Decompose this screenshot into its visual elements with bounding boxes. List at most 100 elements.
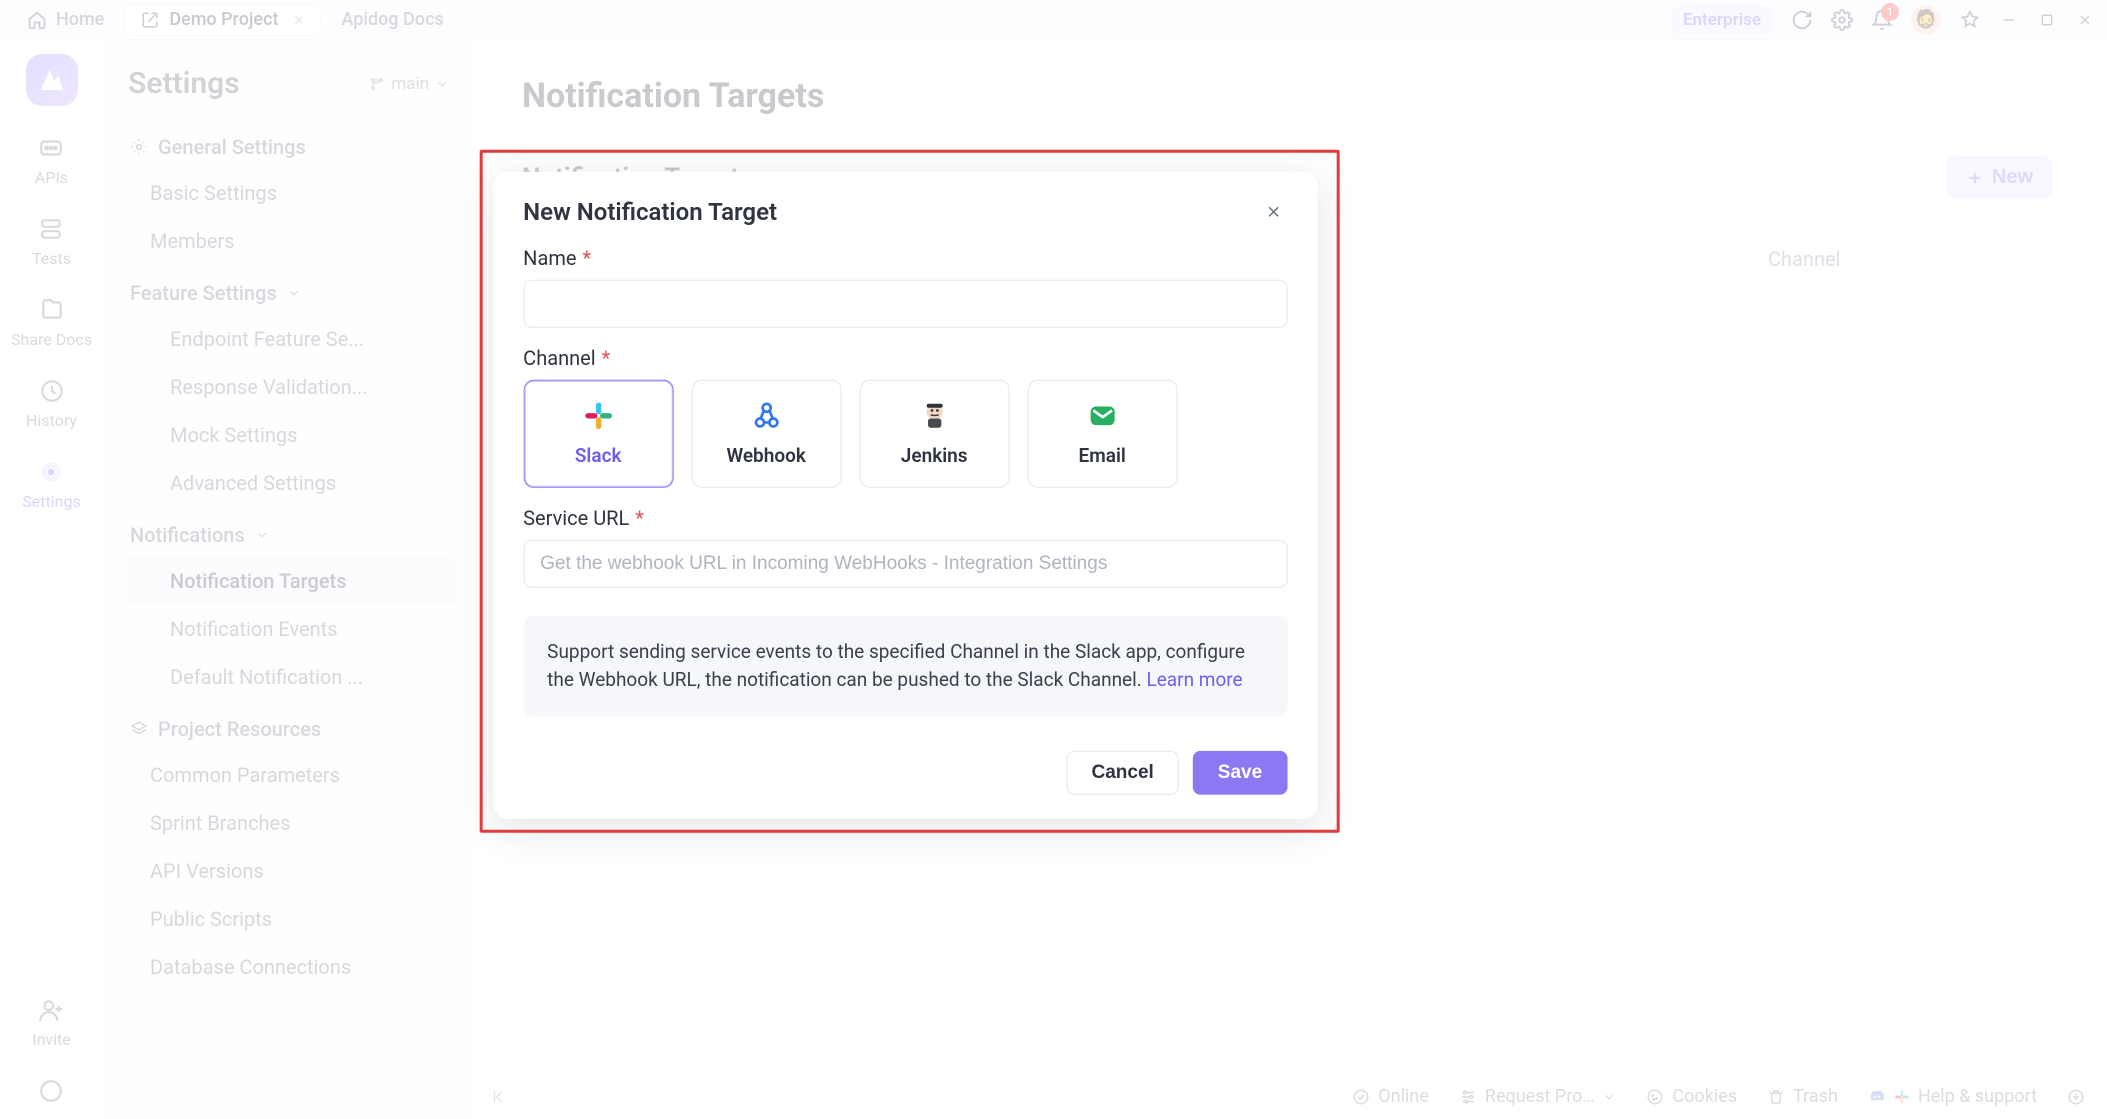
refresh-icon[interactable]	[1791, 9, 1813, 31]
new-button[interactable]: New	[1946, 156, 2053, 199]
nav-database-connections[interactable]: Database Connections	[122, 943, 457, 991]
titlebar: Home Demo Project Apidog Docs Enterprise…	[0, 0, 2107, 40]
nav-sprint-branches[interactable]: Sprint Branches	[122, 799, 457, 847]
status-trash[interactable]: Trash	[1767, 1086, 1838, 1107]
nav-head-project-resources[interactable]: Project Resources	[122, 707, 457, 751]
avatar[interactable]: 🧔	[1911, 5, 1941, 35]
nav-response-validation[interactable]: Response Validation...	[122, 363, 457, 411]
page-title: Notification Targets	[522, 76, 2053, 116]
new-notification-target-modal: New Notification Target Name* Channel*	[493, 171, 1317, 818]
required-star: *	[635, 505, 644, 529]
rail-settings[interactable]: Settings	[22, 458, 80, 511]
nav-advanced-settings[interactable]: Advanced Settings	[122, 459, 457, 507]
enterprise-pill[interactable]: Enterprise	[1671, 6, 1773, 34]
window-maximize-icon[interactable]	[2037, 10, 2057, 30]
tab-label: Apidog Docs	[341, 9, 443, 30]
home-icon	[26, 9, 48, 31]
tab-apidog-docs[interactable]: Apidog Docs	[327, 4, 457, 36]
window-minimize-icon[interactable]	[1999, 10, 2019, 30]
channel-email[interactable]: Email	[1027, 379, 1177, 487]
collapse-sidebar-icon[interactable]	[490, 1088, 508, 1106]
close-icon	[1264, 202, 1282, 220]
nav-notification-targets[interactable]: Notification Targets	[122, 557, 457, 605]
status-label: Cookies	[1672, 1086, 1737, 1107]
rail-label: History	[26, 411, 77, 430]
nav-api-versions[interactable]: API Versions	[122, 847, 457, 895]
rail-tests[interactable]: Tests	[32, 215, 71, 268]
status-label: Help & support	[1918, 1086, 2037, 1107]
nav-public-scripts[interactable]: Public Scripts	[122, 895, 457, 943]
share-docs-icon	[38, 296, 66, 324]
name-label-text: Name	[523, 245, 576, 269]
nav-mock-settings[interactable]: Mock Settings	[122, 411, 457, 459]
branch-selector[interactable]: main	[369, 74, 449, 94]
channel-slack[interactable]: Slack	[523, 379, 673, 487]
service-url-label-text: Service URL	[523, 505, 629, 529]
channel-label: Webhook	[726, 444, 805, 467]
required-star: *	[582, 245, 591, 269]
nav-endpoint-feature[interactable]: Endpoint Feature Se...	[122, 315, 457, 363]
webhook-icon	[750, 400, 782, 432]
rail-invite[interactable]: Invite	[32, 996, 71, 1049]
check-circle-icon	[1352, 1088, 1370, 1106]
rail-label: Invite	[32, 1030, 71, 1049]
service-url-input[interactable]	[523, 539, 1287, 587]
help-box: Support sending service events to the sp…	[523, 615, 1287, 716]
rail-activity[interactable]	[37, 1077, 65, 1105]
cancel-button[interactable]: Cancel	[1066, 750, 1178, 794]
status-bar: Online Request Pro… Cookies Trash	[468, 1073, 2107, 1119]
nav-head-notifications[interactable]: Notifications	[122, 513, 457, 557]
nav-head-feature-settings[interactable]: Feature Settings	[122, 271, 457, 315]
sidebar-title: Settings	[128, 66, 240, 101]
gear-icon	[130, 138, 148, 156]
rail-label: Tests	[32, 249, 71, 268]
status-help[interactable]: Help & support	[1868, 1086, 2037, 1107]
service-url-label: Service URL*	[523, 505, 1287, 529]
email-icon	[1086, 400, 1118, 432]
close-icon[interactable]	[292, 13, 306, 27]
nav-basic-settings[interactable]: Basic Settings	[122, 169, 457, 217]
save-button[interactable]: Save	[1193, 750, 1287, 794]
nav-common-parameters[interactable]: Common Parameters	[122, 751, 457, 799]
titlebar-right: Enterprise 1 🧔	[1671, 5, 2095, 35]
channel-webhook[interactable]: Webhook	[691, 379, 841, 487]
app-tabs: Home Demo Project Apidog Docs	[12, 4, 458, 36]
nav-head-label: Notifications	[130, 523, 245, 547]
name-input[interactable]	[523, 279, 1287, 327]
trash-icon	[1767, 1088, 1785, 1106]
channel-label: Slack	[575, 444, 622, 467]
pin-icon[interactable]	[1959, 9, 1981, 31]
help-text: Support sending service events to the sp…	[547, 639, 1245, 691]
settings-sidebar: Settings main General Settings Basic Set…	[104, 40, 468, 1119]
discord-icon	[1868, 1088, 1886, 1106]
nav-default-notification[interactable]: Default Notification ...	[122, 653, 457, 701]
gear-icon[interactable]	[1831, 9, 1853, 31]
apis-icon	[37, 134, 65, 162]
chevron-down-icon	[255, 528, 269, 542]
status-add-icon[interactable]	[2067, 1088, 2085, 1106]
rail-share-docs[interactable]: Share Docs	[11, 296, 92, 349]
nav-members[interactable]: Members	[122, 217, 457, 265]
app-logo[interactable]	[26, 54, 78, 106]
channel-jenkins[interactable]: Jenkins	[859, 379, 1009, 487]
channel-label-text: Channel	[523, 345, 595, 369]
nav-notification-events[interactable]: Notification Events	[122, 605, 457, 653]
status-online[interactable]: Online	[1352, 1086, 1429, 1107]
learn-more-link[interactable]: Learn more	[1146, 668, 1242, 691]
chevron-down-icon	[1602, 1090, 1616, 1104]
nav-head-label: General Settings	[158, 135, 306, 159]
window-close-icon[interactable]	[2075, 10, 2095, 30]
rail-history[interactable]: History	[26, 377, 77, 430]
status-cookies[interactable]: Cookies	[1646, 1086, 1737, 1107]
nav-head-general-settings[interactable]: General Settings	[122, 125, 457, 169]
modal-close-button[interactable]	[1259, 197, 1287, 225]
slack-icon	[582, 400, 614, 432]
invite-icon	[37, 996, 65, 1024]
history-icon	[38, 377, 66, 405]
status-request-proxy[interactable]: Request Pro…	[1459, 1086, 1617, 1107]
name-label: Name*	[523, 245, 1287, 269]
tab-home[interactable]: Home	[12, 4, 118, 36]
rail-apis[interactable]: APIs	[35, 134, 68, 187]
bell-icon[interactable]: 1	[1871, 9, 1893, 31]
tab-demo-project[interactable]: Demo Project	[124, 4, 321, 36]
